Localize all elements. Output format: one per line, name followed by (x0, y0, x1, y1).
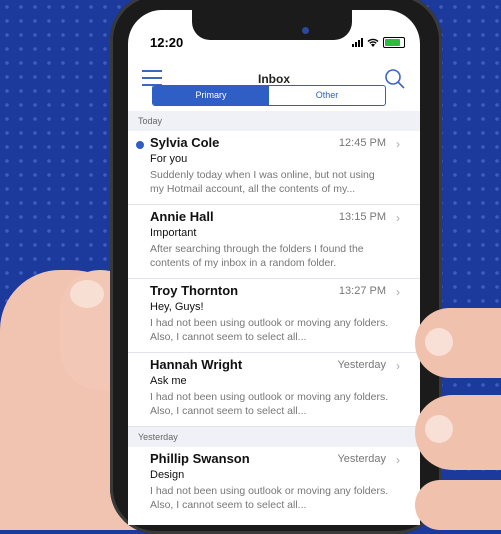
camera-icon (302, 27, 309, 34)
section-header: Yesterday (128, 427, 420, 447)
email-subject: Ask me (150, 375, 187, 387)
chevron-right-icon: › (396, 285, 400, 299)
tab-other[interactable]: Other (269, 86, 385, 105)
chevron-right-icon: › (396, 211, 400, 225)
section-header: Today (128, 111, 420, 131)
email-sender: Hannah Wright (150, 357, 243, 372)
email-preview: I had not been using outlook or moving a… (150, 317, 389, 343)
email-sender: Sylvia Cole (150, 135, 220, 150)
chevron-right-icon: › (396, 359, 400, 373)
chevron-right-icon: › (396, 137, 400, 151)
email-sender: Annie Hall (150, 209, 214, 224)
email-row[interactable]: Phillip Swanson Yesterday › Design I had… (128, 447, 420, 525)
wifi-icon (367, 38, 379, 47)
phone-notch (192, 10, 352, 40)
email-preview: Suddenly today when I was online, but no… (150, 169, 375, 195)
email-subject: Design (150, 469, 185, 481)
inbox-tabs: Primary Other (152, 85, 386, 106)
email-time: 13:15 PM (338, 211, 386, 223)
email-row[interactable]: Troy Thornton 13:27 PM › Hey, Guys! I ha… (128, 279, 420, 353)
email-time: 12:45 PM (338, 137, 386, 149)
email-row[interactable]: Hannah Wright Yesterday › Ask me I had n… (128, 353, 420, 427)
hand-finger (415, 308, 501, 378)
thumb-nail (70, 280, 104, 308)
search-icon[interactable] (384, 68, 406, 90)
email-row[interactable]: Annie Hall 13:15 PM › Important After se… (128, 205, 420, 279)
email-sender: Phillip Swanson (150, 451, 250, 466)
signal-icon (352, 38, 363, 47)
chevron-right-icon: › (396, 453, 400, 467)
email-subject: For you (150, 153, 188, 165)
email-time: Yesterday (337, 453, 386, 465)
status-time: 12:20 (150, 35, 184, 50)
email-time: Yesterday (337, 359, 386, 371)
email-sender: Troy Thornton (150, 283, 239, 298)
email-preview: I had not been using outlook or moving a… (150, 391, 389, 417)
hand-finger (415, 395, 501, 470)
email-preview: After searching through the folders I fo… (150, 243, 364, 269)
email-preview: I had not been using outlook or moving a… (150, 485, 389, 511)
hand-finger (415, 480, 501, 530)
phone-screen: 12:20 Inbox Primary Other Today Sylvia C… (128, 10, 420, 525)
page-title: Inbox (258, 72, 290, 86)
email-subject: Important (150, 227, 197, 239)
status-icons (352, 37, 405, 48)
unread-indicator (136, 141, 144, 149)
battery-icon (383, 37, 405, 48)
tab-primary[interactable]: Primary (153, 86, 269, 105)
email-row[interactable]: Sylvia Cole 12:45 PM › For you Suddenly … (128, 131, 420, 205)
email-time: 13:27 PM (338, 285, 386, 297)
email-subject: Hey, Guys! (150, 301, 204, 313)
